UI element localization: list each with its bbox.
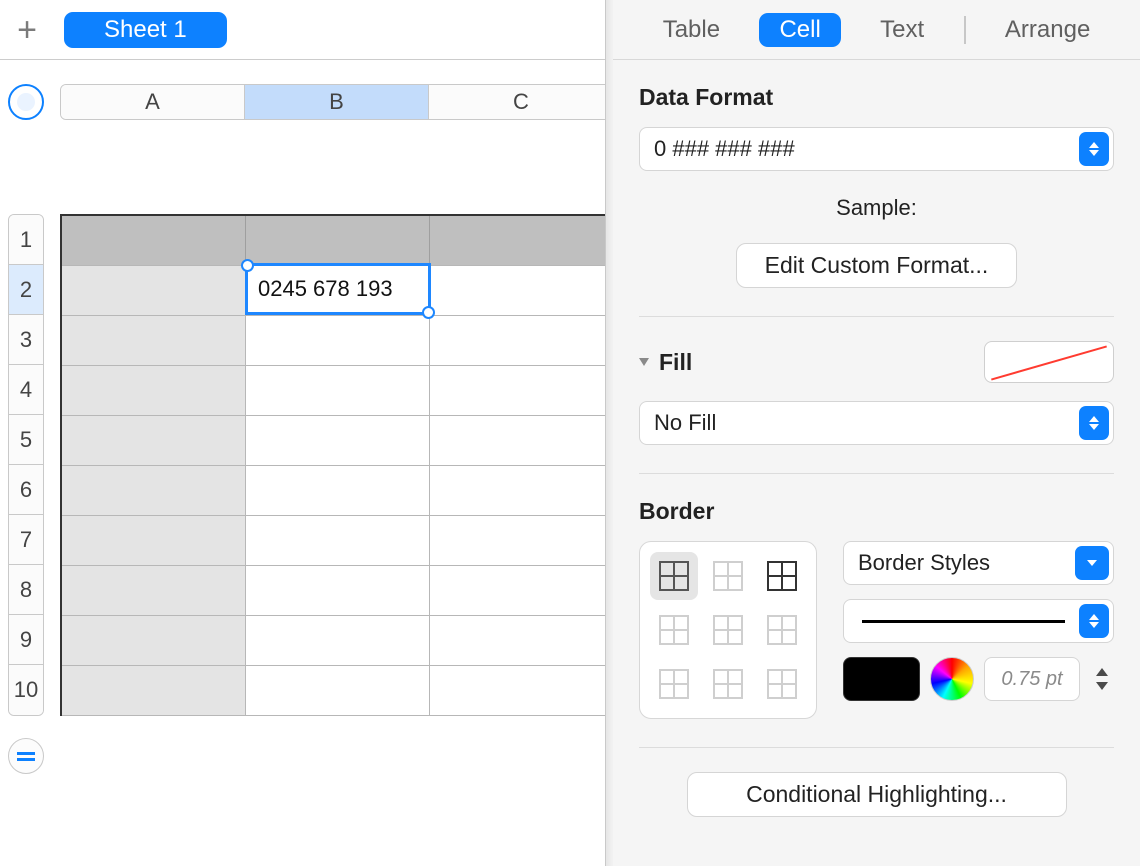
selection-handle-top-left[interactable] (241, 259, 254, 272)
fill-select[interactable]: No Fill (639, 401, 1114, 445)
line-preview (862, 620, 1065, 623)
fill-value: No Fill (654, 410, 716, 436)
data-format-value: 0 ### ### ### (654, 136, 795, 162)
border-preset-all[interactable] (650, 552, 698, 600)
divider-1 (639, 316, 1114, 317)
border-weight-stepper[interactable] (1090, 657, 1114, 701)
border-preset-bottom[interactable] (758, 660, 806, 708)
divider-2 (639, 473, 1114, 474)
tab-separator (964, 16, 966, 44)
row-header-5[interactable]: 5 (9, 415, 43, 465)
border-preset-left[interactable] (650, 606, 698, 654)
sample-label: Sample: (639, 195, 1114, 221)
divider-3 (639, 747, 1114, 748)
tab-cell[interactable]: Cell (759, 13, 840, 47)
add-sheet-button[interactable]: + (10, 13, 44, 47)
fill-label: Fill (659, 349, 692, 376)
chevron-down-icon (639, 358, 649, 366)
fill-swatch[interactable] (984, 341, 1114, 383)
data-format-label: Data Format (639, 84, 1114, 111)
spreadsheet-area: A B C 1 2 3 4 5 6 7 8 9 10 0245 678 193 (0, 60, 605, 866)
border-preset-outer[interactable] (758, 552, 806, 600)
border-styles-select[interactable]: Border Styles (843, 541, 1114, 585)
inspector-panel: Table Cell Text Arrange Data Format 0 ##… (613, 0, 1140, 866)
fill-disclosure[interactable]: Fill (639, 349, 692, 376)
border-styles-value: Border Styles (858, 550, 990, 576)
border-preset-inner[interactable] (704, 552, 752, 600)
selected-cell[interactable]: 0245 678 193 (245, 263, 431, 315)
row-header-7[interactable]: 7 (9, 515, 43, 565)
sheet-tabbar: + Sheet 1 (0, 0, 605, 60)
row-header-3[interactable]: 3 (9, 315, 43, 365)
data-format-select[interactable]: 0 ### ### ### (639, 127, 1114, 171)
tab-arrange[interactable]: Arrange (985, 13, 1110, 47)
row-header-4[interactable]: 4 (9, 365, 43, 415)
tab-text[interactable]: Text (860, 13, 944, 47)
border-preset-top[interactable] (650, 660, 698, 708)
border-weight-field[interactable]: 0.75 pt (984, 657, 1080, 701)
row-header-2[interactable]: 2 (9, 265, 43, 315)
border-preset-grid (639, 541, 817, 719)
selection-handle-bottom-right[interactable] (422, 306, 435, 319)
col-header-b[interactable]: B (245, 85, 429, 119)
stepper-icon (1079, 604, 1109, 638)
selected-cell-value: 0245 678 193 (258, 276, 393, 302)
color-wheel-icon[interactable] (930, 657, 974, 701)
row-header-10[interactable]: 10 (9, 665, 43, 715)
edit-custom-format-button[interactable]: Edit Custom Format... (736, 243, 1018, 288)
sheet-tab[interactable]: Sheet 1 (64, 12, 227, 48)
pane-divider[interactable] (605, 0, 613, 866)
column-headers: A B C (60, 84, 614, 120)
stepper-icon (1079, 406, 1109, 440)
row-header-1[interactable]: 1 (9, 215, 43, 265)
conditional-highlighting-button[interactable]: Conditional Highlighting... (687, 772, 1067, 817)
select-all-handle[interactable] (8, 84, 44, 120)
border-preset-center-v[interactable] (704, 606, 752, 654)
row-header-9[interactable]: 9 (9, 615, 43, 665)
border-preset-right[interactable] (758, 606, 806, 654)
border-line-style-select[interactable] (843, 599, 1114, 643)
row-header-8[interactable]: 8 (9, 565, 43, 615)
col-header-a[interactable]: A (61, 85, 245, 119)
chevron-down-icon (1075, 546, 1109, 580)
border-label: Border (639, 498, 1114, 525)
tab-table[interactable]: Table (643, 13, 740, 47)
border-color-swatch[interactable] (843, 657, 920, 701)
inspector-tabs: Table Cell Text Arrange (613, 0, 1140, 60)
add-rows-handle[interactable] (8, 738, 44, 774)
stepper-icon (1079, 132, 1109, 166)
col-header-c[interactable]: C (429, 85, 613, 119)
row-header-6[interactable]: 6 (9, 465, 43, 515)
row-headers: 1 2 3 4 5 6 7 8 9 10 (8, 214, 44, 716)
border-preset-center-h[interactable] (704, 660, 752, 708)
